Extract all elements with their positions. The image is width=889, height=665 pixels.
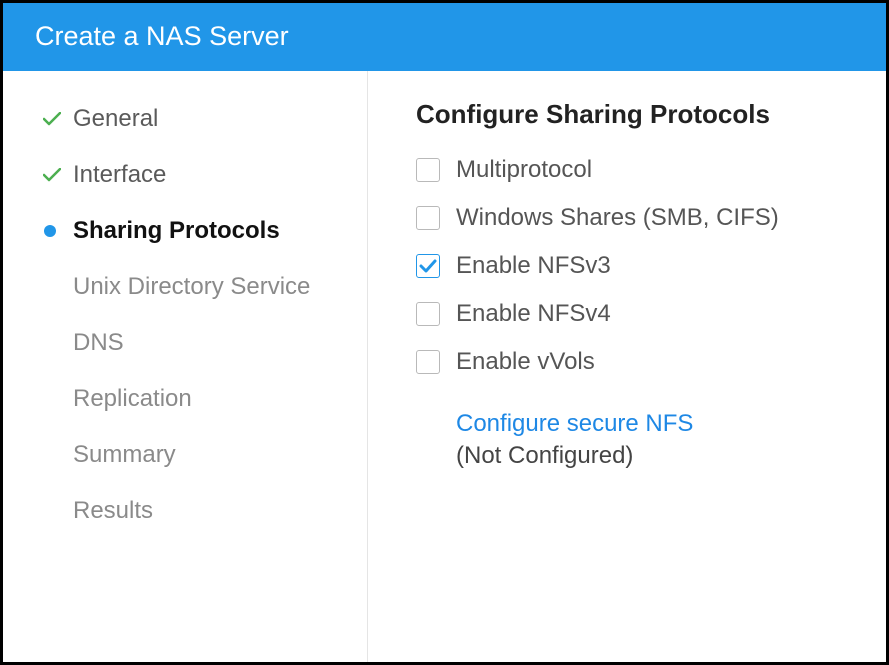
option-enable-nfsv4[interactable]: Enable NFSv4 [416, 300, 886, 328]
step-label: Unix Directory Service [73, 273, 310, 301]
step-label: Sharing Protocols [73, 217, 280, 245]
wizard-title: Create a NAS Server [35, 21, 289, 52]
step-results[interactable]: Results [73, 497, 367, 525]
step-unix-directory-service[interactable]: Unix Directory Service [73, 273, 367, 301]
wizard-body: General Interface Sharing Protocols Unix… [3, 71, 886, 662]
wizard-header: Create a NAS Server [3, 3, 886, 71]
wizard-main-panel: Configure Sharing Protocols Multiprotoco… [368, 71, 886, 662]
step-sharing-protocols[interactable]: Sharing Protocols [43, 217, 367, 245]
option-label: Windows Shares (SMB, CIFS) [456, 204, 779, 232]
step-label: General [73, 105, 158, 133]
checkbox-unchecked-icon[interactable] [416, 206, 440, 230]
step-general[interactable]: General [43, 105, 367, 133]
step-label: Replication [73, 385, 192, 413]
checkbox-unchecked-icon[interactable] [416, 158, 440, 182]
option-label: Enable NFSv4 [456, 300, 611, 328]
step-interface[interactable]: Interface [43, 161, 367, 189]
step-summary[interactable]: Summary [73, 441, 367, 469]
check-icon [43, 112, 73, 126]
wizard-steps-sidebar: General Interface Sharing Protocols Unix… [3, 71, 368, 662]
secure-nfs-status: (Not Configured) [456, 442, 886, 470]
option-windows-shares[interactable]: Windows Shares (SMB, CIFS) [416, 204, 886, 232]
checkbox-checked-icon[interactable] [416, 254, 440, 278]
secure-nfs-block: Configure secure NFS (Not Configured) [456, 410, 886, 470]
step-dns[interactable]: DNS [73, 329, 367, 357]
step-label: Summary [73, 441, 176, 469]
panel-heading: Configure Sharing Protocols [416, 99, 886, 130]
option-multiprotocol[interactable]: Multiprotocol [416, 156, 886, 184]
current-step-dot-icon [43, 225, 73, 237]
checkbox-unchecked-icon[interactable] [416, 302, 440, 326]
step-replication[interactable]: Replication [73, 385, 367, 413]
option-label: Enable vVols [456, 348, 595, 376]
option-enable-nfsv3[interactable]: Enable NFSv3 [416, 252, 886, 280]
option-label: Multiprotocol [456, 156, 592, 184]
step-label: DNS [73, 329, 124, 357]
option-label: Enable NFSv3 [456, 252, 611, 280]
option-enable-vvols[interactable]: Enable vVols [416, 348, 886, 376]
step-label: Results [73, 497, 153, 525]
step-label: Interface [73, 161, 166, 189]
configure-secure-nfs-link[interactable]: Configure secure NFS [456, 410, 886, 438]
checkbox-unchecked-icon[interactable] [416, 350, 440, 374]
check-icon [43, 168, 73, 182]
